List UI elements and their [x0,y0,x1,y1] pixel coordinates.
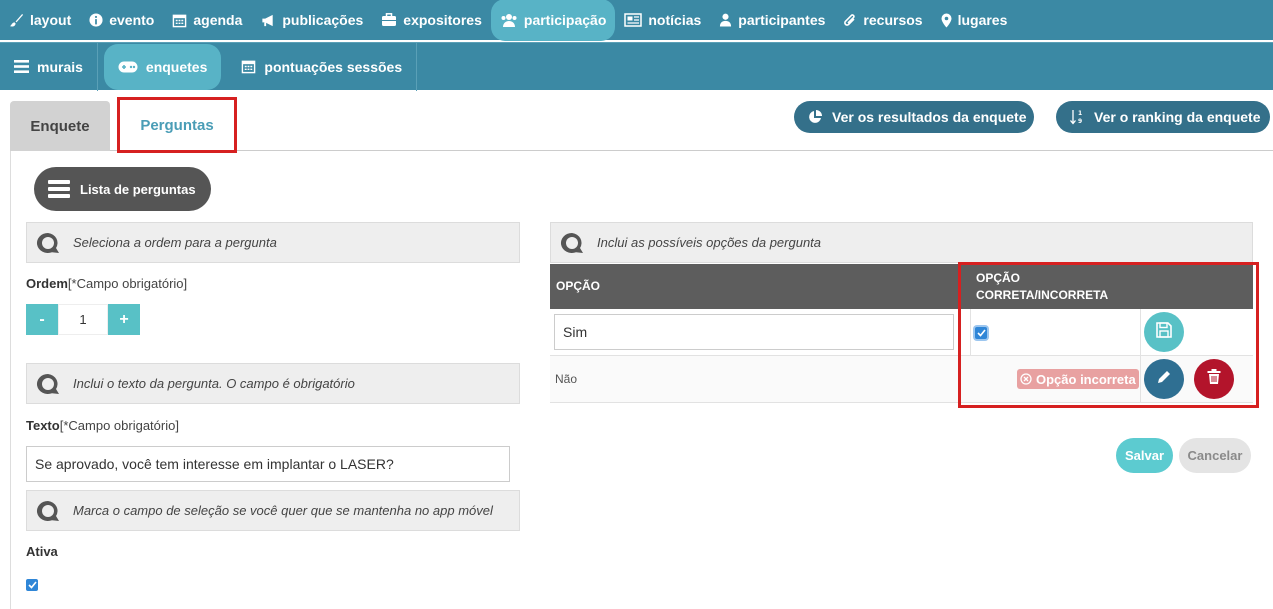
options-table-header: OPÇÃO OPÇÃO CORRETA/INCORRETA [550,264,1253,309]
subnav-item-pontuacoes[interactable]: pontuações sessões [227,42,418,91]
gamepad-icon [118,61,138,73]
save-button[interactable]: Salvar [1116,438,1173,473]
option-input[interactable]: Sim [554,314,954,350]
svg-text:9: 9 [1078,118,1082,125]
nav-item-noticias[interactable]: notícias [615,0,710,40]
column-header-correct: OPÇÃO CORRETA/INCORRETA [976,271,1109,302]
delete-option-button[interactable] [1194,359,1234,399]
brush-icon [9,13,24,28]
nav-item-recursos[interactable]: recursos [834,0,931,40]
order-hint: Seleciona a ordem para a pergunta [26,222,520,263]
pie-chart-icon [808,110,822,124]
column-header-option: OPÇÃO [556,279,601,293]
info-icon [89,13,103,27]
order-stepper: - 1 + [26,304,140,335]
active-label: Ativa [26,544,58,559]
nav-item-lugares[interactable]: lugares [932,0,1017,40]
sort-numeric-icon: 19 [1070,109,1084,125]
view-results-button[interactable]: Ver os resultados da enquete [794,101,1034,133]
incorrect-badge: Opção incorreta [1017,369,1139,389]
correct-checkbox[interactable] [975,327,987,339]
active-checkbox[interactable] [26,579,38,591]
view-ranking-button[interactable]: 1 9 Ver o ranking da enquete [1056,101,1270,133]
user-icon [719,13,732,27]
order-value[interactable]: 1 [58,304,108,335]
newspaper-icon [624,13,643,27]
close-circle-icon [1020,373,1032,385]
nav-item-participantes[interactable]: participantes [710,0,834,40]
question-list-button[interactable]: Lista de perguntas [34,167,211,211]
text-hint: Inclui o texto da pergunta. O campo é ob… [26,363,520,404]
calendar-icon [172,13,187,28]
question-text-input[interactable]: Se aprovado, você tem interesse em impla… [26,446,510,482]
order-label: Ordem[*Campo obrigatório] [26,276,188,291]
subnav-item-enquetes[interactable]: enquetes [103,43,222,90]
subnav-item-murais[interactable]: murais [0,42,98,91]
tab-perguntas[interactable]: Perguntas [117,97,237,153]
list-icon [48,180,70,198]
briefcase-icon [381,13,397,27]
top-nav: layout evento agenda publicações exposit… [0,0,1273,41]
nav-item-expositores[interactable]: expositores [372,0,491,40]
calendar-icon [241,59,256,74]
nav-item-publicacoes[interactable]: publicações [251,0,372,40]
bars-icon [14,60,29,73]
save-option-button[interactable] [1144,312,1184,352]
decrement-button[interactable]: - [26,304,58,335]
options-hint: Inclui as possíveis opções da pergunta [550,222,1253,263]
sub-nav: murais enquetes pontuações sessões [0,42,1273,91]
nav-item-participacao[interactable]: participação [490,0,616,41]
speech-bubble-icon [35,500,61,522]
table-row: Não Opção incorreta [550,356,1253,403]
nav-item-agenda[interactable]: agenda [163,0,251,40]
tab-enquete[interactable]: Enquete [10,101,110,151]
save-icon [1155,321,1173,344]
paperclip-icon [843,13,857,28]
table-row: Sim [550,309,1253,356]
nav-item-layout[interactable]: layout [0,0,80,40]
users-icon [500,13,518,27]
megaphone-icon [260,13,276,28]
speech-bubble-icon [559,232,585,254]
cancel-button[interactable]: Cancelar [1179,438,1251,473]
option-text: Não [555,372,578,386]
map-pin-icon [941,13,952,28]
edit-option-button[interactable] [1144,359,1184,399]
svg-text:1: 1 [1078,110,1082,117]
active-hint: Marca o campo de seleção se você quer qu… [26,490,520,531]
pencil-icon [1156,369,1172,390]
trash-icon [1207,368,1221,390]
increment-button[interactable]: + [108,304,140,335]
nav-item-evento[interactable]: evento [80,0,163,40]
speech-bubble-icon [35,232,61,254]
speech-bubble-icon [35,373,61,395]
text-label: Texto[*Campo obrigatório] [26,418,179,433]
